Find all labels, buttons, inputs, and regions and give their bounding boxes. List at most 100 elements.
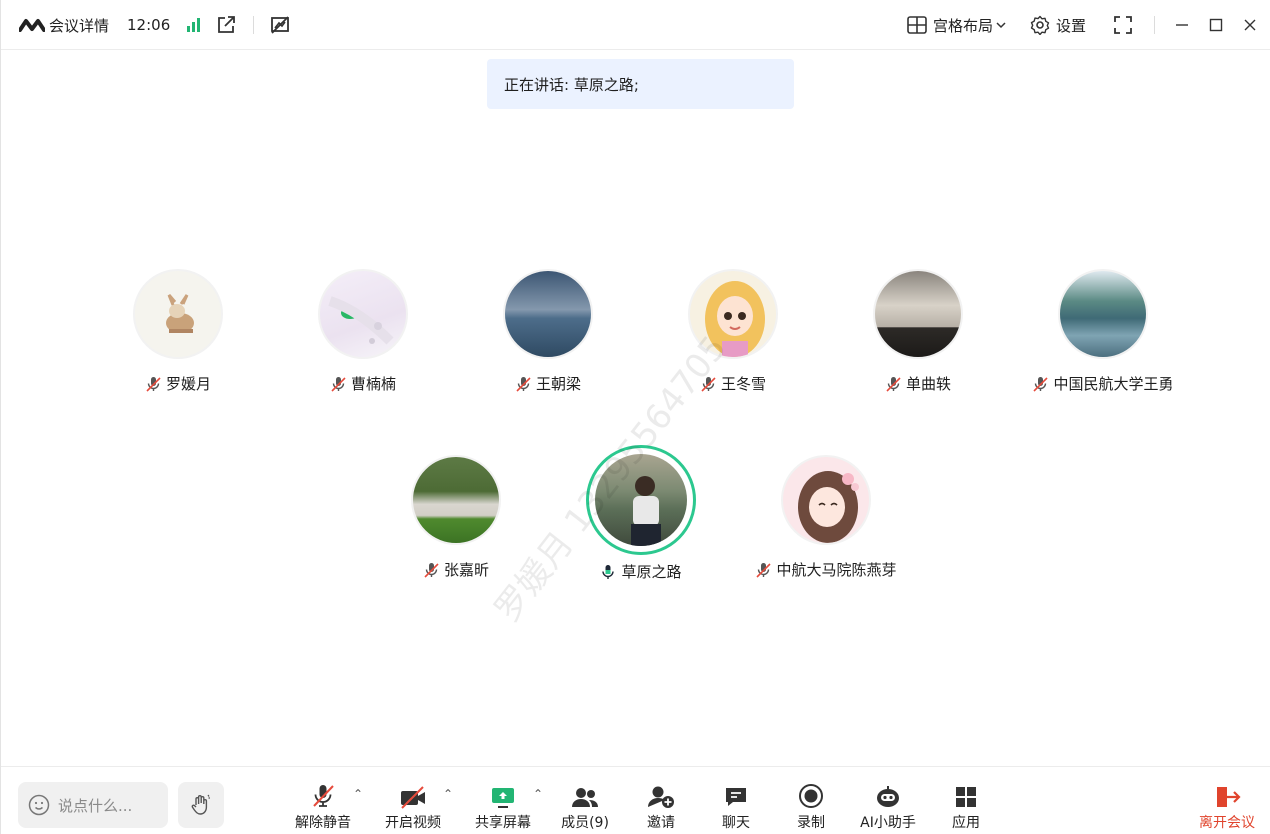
avatar-image — [166, 294, 194, 333]
ai-robot-icon — [877, 786, 899, 807]
participant-name: 罗媛月 — [165, 375, 211, 393]
meeting-details-link[interactable]: 会议详情 — [49, 15, 109, 36]
meeting-time: 12:06 — [127, 16, 171, 34]
close-icon — [1244, 19, 1256, 31]
invite-label: 邀请 — [647, 815, 675, 831]
minimize-button[interactable] — [1165, 8, 1199, 42]
participant-name-row: 张嘉昕 — [366, 559, 546, 580]
video-options-caret[interactable]: ⌃ — [443, 787, 453, 801]
participant-name: 王冬雪 — [720, 375, 766, 393]
fullscreen-icon — [1114, 16, 1132, 34]
gear-icon — [1030, 15, 1050, 35]
participant-tile[interactable]: 曹楠楠 — [273, 269, 453, 394]
participant-tile[interactable]: 张嘉昕 — [366, 455, 546, 580]
mic-muted-icon — [701, 376, 716, 392]
chat-label: 聊天 — [722, 815, 750, 831]
unmute-label: 解除静音 — [295, 815, 351, 831]
apps-button[interactable]: 应用 — [926, 781, 1006, 832]
members-button[interactable]: 成员(9) — [545, 781, 625, 832]
participant-name: 王朝梁 — [535, 375, 581, 393]
record-button[interactable]: 录制 — [771, 781, 851, 832]
participant-name: 张嘉昕 — [443, 561, 489, 579]
chat-input[interactable]: 说点什么... — [18, 782, 168, 828]
participant-name-row: 曹楠楠 — [273, 373, 453, 394]
title-bar: 会议详情 12:06 宫格布局 设置 — [1, 0, 1270, 50]
active-speaker-text: 正在讲话: 草原之路; — [504, 75, 639, 94]
ai-assistant-label: AI小助手 — [860, 815, 916, 831]
mic-muted-icon — [313, 785, 334, 807]
audio-options-caret[interactable]: ⌃ — [353, 787, 363, 801]
leave-meeting-button[interactable]: 离开会议 — [1199, 781, 1255, 832]
close-button[interactable] — [1233, 8, 1267, 42]
chat-icon — [726, 788, 746, 806]
unmute-button[interactable]: 解除静音 — [283, 781, 363, 832]
mic-muted-icon — [756, 562, 772, 578]
avatar — [411, 455, 501, 545]
settings-button[interactable]: 设置 — [1030, 15, 1086, 36]
popout-icon[interactable] — [216, 15, 236, 35]
mic-muted-icon — [1033, 376, 1049, 392]
record-icon — [799, 784, 823, 808]
participant-name-row: 单曲轶 — [828, 373, 1008, 394]
participant-tile[interactable]: 王冬雪 — [643, 269, 823, 394]
whiteboard-off-icon[interactable] — [270, 15, 290, 35]
title-bar-left: 会议详情 12:06 — [19, 0, 290, 50]
participant-tile[interactable]: 中国民航大学王勇 — [1013, 269, 1193, 394]
members-label: 成员(9) — [561, 815, 609, 831]
participant-tile[interactable]: 单曲轶 — [828, 269, 1008, 394]
layout-label: 宫格布局 — [932, 16, 993, 35]
participant-name-row: 王朝梁 — [458, 373, 638, 394]
share-screen-label: 共享屏幕 — [475, 815, 531, 831]
title-bar-right: 宫格布局 设置 — [907, 0, 1270, 50]
avatar-image — [631, 476, 661, 546]
mic-muted-icon — [424, 562, 439, 578]
signal-strength-icon[interactable] — [187, 18, 201, 32]
maximize-button[interactable] — [1199, 8, 1233, 42]
participant-tile[interactable]: 中航大马院陈燕芽 — [736, 455, 916, 580]
avatar-image — [798, 471, 859, 543]
participant-name-row: 王冬雪 — [643, 373, 823, 394]
avatar — [781, 455, 871, 545]
raise-hand-button[interactable] — [178, 782, 224, 828]
add-user-icon — [648, 786, 674, 808]
leave-meeting-label: 离开会议 — [1199, 815, 1255, 831]
avatar-image — [705, 281, 765, 357]
participant-name: 中航大马院陈燕芽 — [776, 561, 897, 579]
minimize-icon — [1176, 24, 1188, 26]
participant-tile[interactable]: 王朝梁 — [458, 269, 638, 394]
grid-layout-icon — [907, 16, 927, 34]
avatar — [1058, 269, 1148, 359]
layout-dropdown[interactable]: 宫格布局 — [907, 15, 1006, 36]
avatar — [873, 269, 963, 359]
share-options-caret[interactable]: ⌃ — [533, 787, 543, 801]
chevron-down-icon — [996, 22, 1006, 29]
raise-hand-icon — [191, 794, 210, 815]
share-screen-button[interactable]: 共享屏幕 — [463, 781, 543, 832]
bottom-toolbar: 说点什么... 解除静音 ⌃ 开启视频 ⌃ 共享屏幕 ⌃ 成员(9) 邀请 聊天… — [1, 766, 1270, 834]
share-screen-icon — [492, 788, 514, 808]
start-video-label: 开启视频 — [385, 815, 441, 831]
avatar — [133, 269, 223, 359]
mic-active-icon — [602, 564, 615, 579]
start-video-button[interactable]: 开启视频 — [373, 781, 453, 832]
avatar — [318, 269, 408, 359]
avatar — [688, 269, 778, 359]
app-logo-icon — [19, 19, 45, 32]
settings-label: 设置 — [1055, 16, 1086, 35]
avatar-image — [328, 296, 394, 345]
participant-tile[interactable]: 罗媛月 — [88, 269, 268, 394]
mic-muted-icon — [886, 376, 901, 392]
maximize-icon — [1209, 18, 1223, 32]
participant-tile-speaking[interactable]: 草原之路 — [551, 445, 731, 582]
emoji-icon[interactable] — [28, 794, 50, 816]
ai-assistant-button[interactable]: AI小助手 — [848, 781, 928, 832]
participant-name-row: 草原之路 — [551, 561, 731, 582]
apps-icon — [956, 787, 976, 807]
title-divider — [253, 16, 255, 34]
chat-button[interactable]: 聊天 — [696, 781, 776, 832]
fullscreen-button[interactable] — [1106, 8, 1140, 42]
mic-muted-icon — [146, 376, 161, 392]
apps-label: 应用 — [952, 815, 980, 831]
invite-button[interactable]: 邀请 — [621, 781, 701, 832]
participant-name-row: 中国民航大学王勇 — [1013, 373, 1193, 394]
